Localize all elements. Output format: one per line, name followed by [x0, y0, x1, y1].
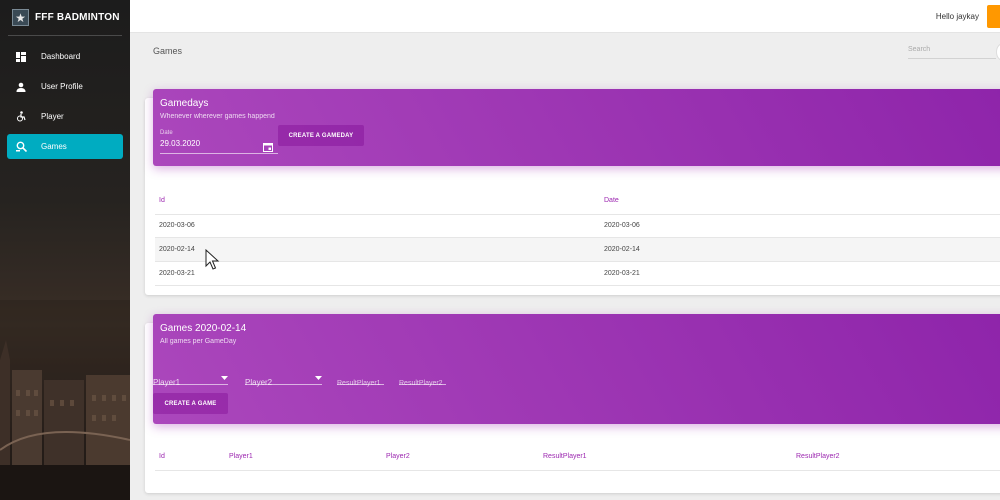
- chevron-down-icon: [221, 376, 228, 380]
- result-player1-placeholder: ResultPlayer1: [337, 380, 381, 387]
- column-header-id[interactable]: Id: [159, 197, 165, 204]
- gamedays-card: Gamedays Whenever wherever games happend…: [145, 89, 1000, 295]
- sidebar-item-games[interactable]: Games: [7, 134, 123, 159]
- cell-date: 2020-02-14: [604, 246, 640, 253]
- result-player2-input[interactable]: ResultPlayer2: [399, 372, 446, 387]
- card-title: Games 2020-02-14: [160, 323, 247, 334]
- page-title: Games: [153, 46, 183, 56]
- sidebar-item-label: Games: [41, 142, 67, 151]
- sidebar-item-player[interactable]: Player: [7, 104, 123, 129]
- player1-select[interactable]: Player1: [153, 372, 228, 387]
- card-subtitle: Whenever wherever games happend: [160, 113, 275, 120]
- column-header-player1[interactable]: Player1: [229, 453, 253, 460]
- sidebar: ★ FFF BADMINTON Dashboard User Profile P…: [0, 0, 130, 500]
- search-icon: [15, 141, 27, 153]
- accessible-icon: [15, 111, 27, 123]
- create-game-button[interactable]: CREATE A GAME: [153, 393, 228, 414]
- dashboard-icon: [15, 51, 27, 63]
- sidebar-background-image: [0, 300, 130, 500]
- column-header-date[interactable]: Date: [604, 197, 619, 204]
- app-title: FFF BADMINTON: [35, 12, 120, 23]
- card-subtitle: All games per GameDay: [160, 338, 237, 345]
- column-header-result-player2[interactable]: ResultPlayer2: [796, 453, 840, 460]
- table-row[interactable]: 2020-03-21 2020-03-21: [155, 262, 1000, 286]
- result-player1-input[interactable]: ResultPlayer1: [337, 372, 384, 387]
- date-field[interactable]: Date 29.03.2020: [160, 130, 278, 154]
- games-card: Games 2020-02-14 All games per GameDay P…: [145, 314, 1000, 493]
- sidebar-item-label: Player: [41, 112, 64, 121]
- card-title: Gamedays: [160, 98, 209, 109]
- column-header-result-player1[interactable]: ResultPlayer1: [543, 453, 587, 460]
- cell-date: 2020-03-21: [604, 270, 640, 277]
- sidebar-item-label: User Profile: [41, 82, 83, 91]
- date-field-value: 29.03.2020: [160, 139, 201, 148]
- brand[interactable]: ★ FFF BADMINTON: [0, 0, 130, 35]
- result-player2-placeholder: ResultPlayer2: [399, 380, 443, 387]
- top-bar: Hello jaykay: [130, 0, 1000, 33]
- calendar-icon[interactable]: [263, 142, 273, 152]
- table-divider: [155, 470, 1000, 471]
- search-input[interactable]: Search: [908, 45, 996, 59]
- cell-id: 2020-03-21: [159, 270, 195, 277]
- player2-select[interactable]: Player2: [245, 372, 322, 387]
- cell-id: 2020-02-14: [159, 246, 195, 253]
- gamedays-card-header: Gamedays Whenever wherever games happend…: [153, 89, 1000, 166]
- divider: [8, 35, 122, 36]
- column-header-id[interactable]: Id: [159, 453, 165, 460]
- column-header-player2[interactable]: Player2: [386, 453, 410, 460]
- sidebar-nav: Dashboard User Profile Player Games: [0, 44, 130, 159]
- chevron-down-icon: [315, 376, 322, 380]
- star-logo-icon: ★: [12, 9, 29, 26]
- table-row[interactable]: 2020-02-14 2020-02-14: [155, 238, 1000, 262]
- search-button[interactable]: [996, 43, 1000, 61]
- sidebar-item-dashboard[interactable]: Dashboard: [7, 44, 123, 69]
- user-menu-button[interactable]: [987, 5, 1000, 28]
- table-row[interactable]: 2020-03-06 2020-03-06: [155, 214, 1000, 238]
- date-field-label: Date: [160, 130, 173, 136]
- create-gameday-button[interactable]: CREATE A GAMEDAY: [278, 125, 364, 146]
- player2-select-value: Player2: [245, 378, 273, 387]
- cell-id: 2020-03-06: [159, 222, 195, 229]
- sidebar-item-label: Dashboard: [41, 52, 81, 61]
- cell-date: 2020-03-06: [604, 222, 640, 229]
- games-card-header: Games 2020-02-14 All games per GameDay P…: [153, 314, 1000, 424]
- sidebar-item-user-profile[interactable]: User Profile: [7, 74, 123, 99]
- mouse-cursor-icon: [205, 249, 220, 270]
- player1-select-value: Player1: [153, 378, 181, 387]
- greeting-text: Hello jaykay: [935, 12, 979, 21]
- person-icon: [15, 81, 27, 93]
